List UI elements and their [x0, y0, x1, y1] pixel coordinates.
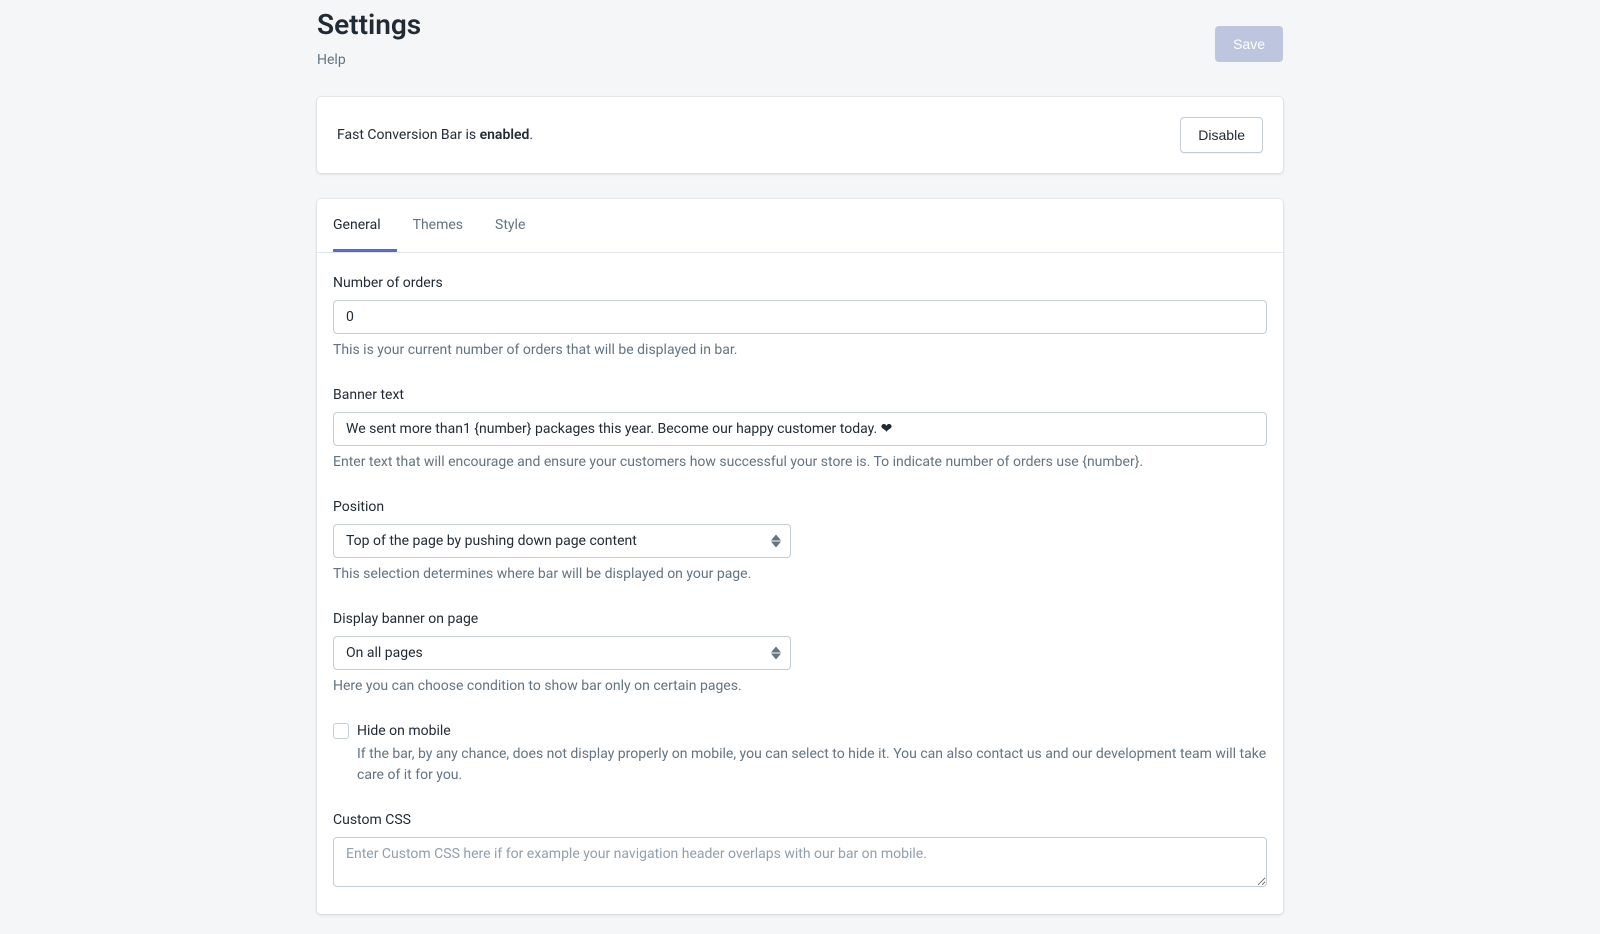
page-title: Settings	[317, 4, 421, 46]
settings-card: General Themes Style Number of orders Th…	[317, 199, 1283, 914]
save-button[interactable]: Save	[1215, 26, 1283, 62]
number-of-orders-group: Number of orders This is your current nu…	[333, 273, 1267, 361]
custom-css-textarea[interactable]	[333, 837, 1267, 887]
number-of-orders-input[interactable]	[333, 300, 1267, 334]
status-prefix: Fast Conversion Bar is	[337, 127, 480, 143]
form-body: Number of orders This is your current nu…	[317, 253, 1283, 914]
display-help: Here you can choose condition to show ba…	[333, 676, 1267, 697]
display-group: Display banner on page On all pages Here…	[333, 609, 1267, 697]
status-state: enabled	[480, 127, 530, 143]
number-of-orders-label: Number of orders	[333, 273, 1267, 294]
position-help: This selection determines where bar will…	[333, 564, 1267, 585]
page-header: Settings Help Save	[317, 0, 1283, 71]
hide-mobile-label[interactable]: Hide on mobile	[357, 721, 1267, 742]
tab-general[interactable]: General	[333, 199, 397, 252]
banner-text-label: Banner text	[333, 385, 1267, 406]
position-select[interactable]: Top of the page by pushing down page con…	[333, 524, 791, 558]
status-card: Fast Conversion Bar is enabled. Disable	[317, 97, 1283, 173]
position-group: Position Top of the page by pushing down…	[333, 497, 1267, 585]
tab-style[interactable]: Style	[479, 199, 541, 252]
custom-css-label: Custom CSS	[333, 810, 1267, 831]
status-suffix: .	[529, 127, 533, 143]
disable-button[interactable]: Disable	[1180, 117, 1263, 153]
position-label: Position	[333, 497, 1267, 518]
hide-mobile-group: Hide on mobile If the bar, by any chance…	[333, 721, 1267, 786]
banner-text-help: Enter text that will encourage and ensur…	[333, 452, 1267, 473]
tab-themes[interactable]: Themes	[397, 199, 479, 252]
hide-mobile-checkbox[interactable]	[333, 723, 349, 739]
display-select[interactable]: On all pages	[333, 636, 791, 670]
custom-css-group: Custom CSS	[333, 810, 1267, 894]
display-label: Display banner on page	[333, 609, 1267, 630]
hide-mobile-help: If the bar, by any chance, does not disp…	[357, 744, 1267, 786]
help-link[interactable]: Help	[317, 50, 421, 71]
banner-text-input[interactable]	[333, 412, 1267, 446]
number-of-orders-help: This is your current number of orders th…	[333, 340, 1267, 361]
tabs: General Themes Style	[317, 199, 1283, 253]
status-text: Fast Conversion Bar is enabled.	[337, 125, 533, 146]
banner-text-group: Banner text Enter text that will encoura…	[333, 385, 1267, 473]
